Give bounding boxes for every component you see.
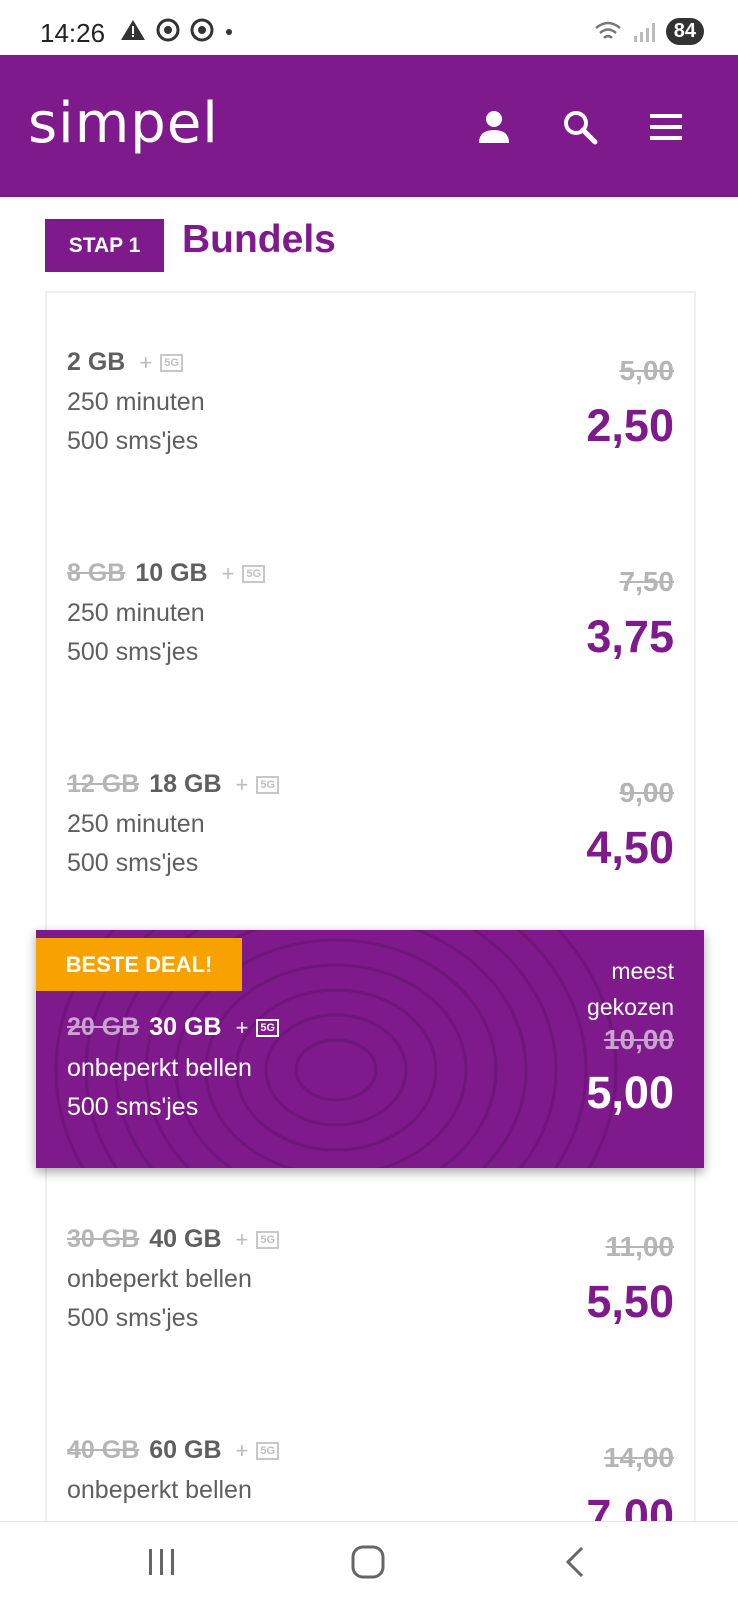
bundle-calls: onbeperkt bellen [67,1476,252,1504]
data-amount: 2 GB [67,348,126,376]
bundle-card-10gb[interactable]: 8 GB 10 GB + 5G 250 minuten 500 sms'jes … [47,504,694,718]
old-price: 7,50 [619,566,675,597]
bundle-calls: 250 minuten [67,810,205,838]
5g-icon: 5G [160,353,183,372]
plus-sign: + [139,349,153,375]
bundle-calls: 250 minuten [67,388,205,416]
data-amount: 10 GB [135,559,208,587]
plus-sign: + [235,1226,249,1252]
5g-icon: 5G [256,1018,280,1037]
best-deal-badge: BESTE DEAL! [36,938,242,991]
bundle-calls: 250 minuten [67,599,205,627]
system-icons: 84 [594,18,704,45]
5g-icon: 5G [242,564,266,583]
bundle-data: 40 GB 60 GB + 5G [67,1436,280,1465]
plus-sign: + [235,771,249,797]
old-price: 14,00 [603,1442,674,1473]
data-amount: 60 GB [149,1436,222,1464]
5g-icon: 5G [256,1441,280,1460]
old-data-amount: 20 GB [67,1013,140,1041]
recent-apps-icon[interactable] [142,1542,182,1582]
old-price: 11,00 [605,1231,674,1262]
bundle-sms: 500 sms'jes [67,1304,199,1332]
price: 3,75 [586,611,674,662]
notification-icons [120,18,234,42]
bundle-data: 12 GB 18 GB + 5G [67,770,280,799]
back-icon[interactable] [556,1542,596,1582]
bundle-data: 20 GB 30 GB + 5G [67,1013,280,1042]
data-amount: 18 GB [149,770,222,798]
status-bar: 14:26 84 [0,0,738,55]
bundle-data: 30 GB 40 GB + 5G [67,1225,280,1254]
price: 2,50 [586,400,674,451]
price: 5,50 [586,1276,674,1327]
old-data-amount: 12 GB [67,770,140,798]
site-header: simpel [0,55,738,197]
bundle-list: 2 GB + 5G 250 minuten 500 sms'jes 5,00 2… [45,291,696,1523]
old-price: 10,00 [603,1024,674,1055]
bundle-sms: 500 sms'jes [67,1093,199,1121]
signal-icon [633,22,655,42]
old-price: 5,00 [619,355,675,386]
bundle-data: 8 GB 10 GB + 5G [67,559,266,588]
status-time: 14:26 [40,18,106,48]
old-data-amount: 30 GB [67,1225,140,1253]
data-amount: 30 GB [149,1013,222,1041]
most-chosen-label: meest gekozen [587,958,674,1020]
price: 4,50 [586,822,674,873]
price: 5,00 [586,1067,674,1118]
user-icon[interactable] [472,105,516,149]
bundle-sms: 500 sms'jes [67,427,199,455]
bundle-data: 2 GB + 5G [67,348,183,377]
battery-indicator: 84 [665,18,704,45]
step-badge: STAP 1 [45,219,164,272]
data-amount: 40 GB [149,1225,222,1253]
old-price: 9,00 [619,777,675,808]
old-data-amount: 8 GB [67,559,126,587]
menu-icon[interactable] [644,105,688,149]
bundle-card-60gb[interactable]: 40 GB 60 GB + 5G onbeperkt bellen 14,00 … [47,1380,694,1523]
page-title: Bundels [182,218,336,261]
search-icon[interactable] [558,105,602,149]
plus-sign: + [235,1437,249,1463]
system-nav-bar [0,1521,738,1601]
warning-icon [121,20,145,40]
chrome-icon [156,18,180,42]
dot-icon [226,29,232,35]
bundle-sms: 500 sms'jes [67,638,199,666]
bundle-card-40gb[interactable]: 30 GB 40 GB + 5G onbeperkt bellen 500 sm… [47,1169,694,1383]
chrome-icon [190,18,214,42]
bundle-card-2gb[interactable]: 2 GB + 5G 250 minuten 500 sms'jes 5,00 2… [47,293,694,507]
bundle-sms: 500 sms'jes [67,849,199,877]
price: 7,00 [586,1490,674,1523]
wifi-icon [594,21,621,39]
bundle-card-18gb[interactable]: 12 GB 18 GB + 5G 250 minuten 500 sms'jes… [47,715,694,929]
bundle-card-30gb-featured[interactable]: BESTE DEAL! meest gekozen 20 GB 30 GB + … [36,930,704,1168]
home-icon[interactable] [348,1542,388,1582]
5g-icon: 5G [256,775,280,794]
bundle-calls: onbeperkt bellen [67,1054,252,1082]
plus-sign: + [235,1014,249,1040]
bundle-calls: onbeperkt bellen [67,1265,252,1293]
5g-icon: 5G [256,1230,280,1249]
plus-sign: + [221,560,235,586]
simpel-logo[interactable]: simpel [28,91,219,156]
old-data-amount: 40 GB [67,1436,140,1464]
